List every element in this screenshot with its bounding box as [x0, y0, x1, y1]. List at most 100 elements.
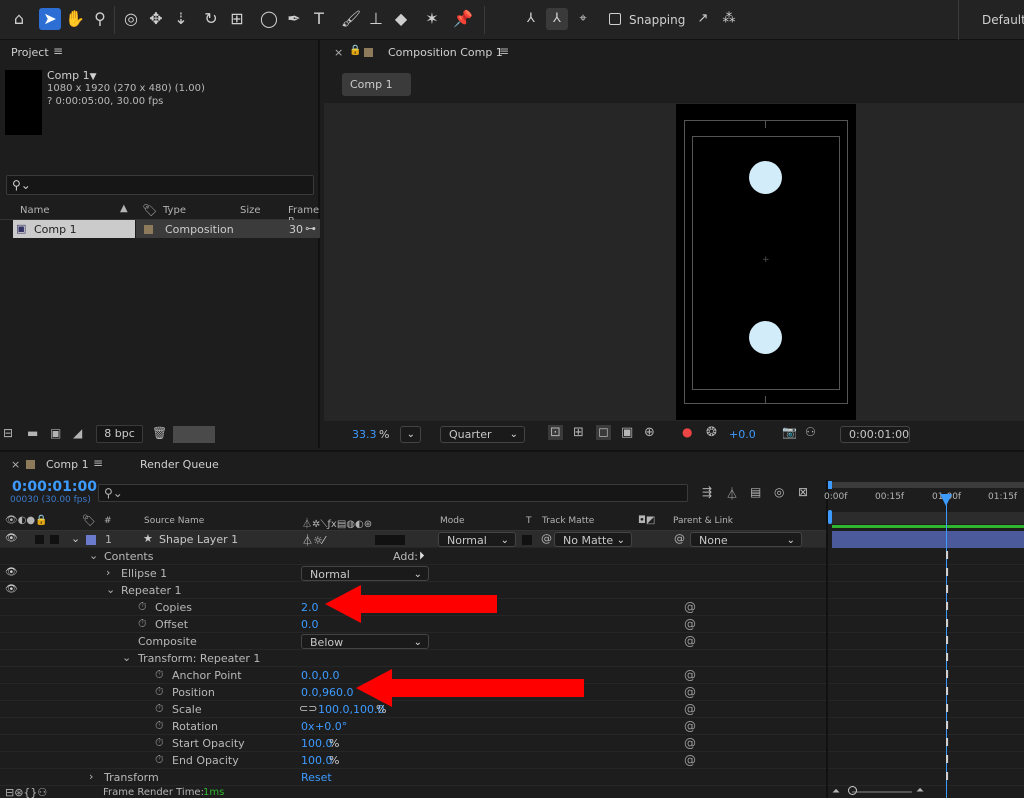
current-time-display[interactable]: 0:00:01:00	[12, 479, 97, 495]
col-type[interactable]: Type	[163, 205, 186, 216]
panel-menu-icon[interactable]: ≡	[53, 44, 63, 58]
grid-guides-icon[interactable]: ⊕	[644, 425, 655, 440]
chevron-down-icon[interactable]: ⌄	[106, 583, 115, 596]
expression-pickwhip-icon[interactable]: @	[684, 719, 696, 733]
keyframe-marker[interactable]: I	[941, 668, 953, 681]
trash-icon[interactable]: 🗑	[152, 426, 167, 440]
work-area-bar[interactable]	[828, 512, 1024, 524]
layer-switch-boxes[interactable]	[375, 535, 405, 545]
zoom-value[interactable]: 33.3	[352, 428, 377, 441]
stopwatch-icon[interactable]: ⏱	[155, 685, 164, 699]
playhead-handle[interactable]	[940, 494, 952, 506]
end-opacity-value[interactable]: 100.0	[301, 754, 333, 767]
pick-whip-icon[interactable]: @	[674, 532, 685, 545]
constrain-proportions-icon[interactable]: ⊂⊃	[299, 702, 317, 715]
blend-mode-dropdown[interactable]: Normal ⌄	[438, 532, 516, 547]
interpret-footage-icon[interactable]: ⊟	[3, 426, 13, 440]
time-ruler[interactable]: 0:00f 00:15f 01:00f 01:15f	[824, 480, 1024, 526]
expression-pickwhip-icon[interactable]: @	[684, 668, 696, 682]
zoom-slider-thumb[interactable]	[848, 786, 857, 795]
workspace-label[interactable]: Default	[982, 13, 1024, 27]
eye-icon[interactable]: 👁	[5, 533, 18, 544]
expression-pickwhip-icon[interactable]: @	[684, 753, 696, 767]
eye-icon[interactable]: 👁	[5, 584, 18, 595]
keyframe-marker[interactable]: I	[941, 617, 953, 630]
offset-value[interactable]: 0.0	[301, 618, 319, 631]
selection-tool-icon[interactable]: ➤	[39, 8, 61, 30]
exposure-value[interactable]: +0.0	[729, 428, 756, 441]
graph-editor-icon[interactable]: ⊠	[798, 485, 808, 499]
expression-pickwhip-icon[interactable]: @	[684, 634, 696, 648]
keyframe-marker[interactable]: I	[941, 634, 953, 647]
status-toggle-icons[interactable]: ⊟⊛{}⚇	[5, 786, 47, 798]
caret-down-icon[interactable]: ▼	[90, 72, 97, 82]
stopwatch-icon[interactable]: ⏱	[138, 617, 147, 631]
start-opacity-value[interactable]: 100.0	[301, 737, 333, 750]
anchor-point-value[interactable]: 0.0,0.0	[301, 669, 339, 682]
lock-switch[interactable]	[50, 535, 59, 544]
comp-viewer[interactable]: +	[324, 103, 1024, 421]
solo-switch[interactable]	[35, 535, 44, 544]
region-of-interest-icon[interactable]: ▣	[621, 425, 633, 440]
hand-tool-icon[interactable]: ✋	[64, 8, 86, 30]
stopwatch-icon[interactable]: ⏱	[155, 719, 164, 733]
fast-previews-icon[interactable]: ⊡	[548, 425, 563, 440]
comp-mini-flowchart-icon[interactable]: ⇶	[702, 485, 712, 499]
end-opacity-row[interactable]: ⏱ End Opacity 100.0 % @	[0, 752, 826, 769]
channel-rgb-icon[interactable]: ●	[682, 425, 692, 439]
keyframe-marker[interactable]: I	[941, 719, 953, 732]
current-time-field[interactable]: 0:00:01:00	[840, 426, 910, 443]
clone-stamp-tool-icon[interactable]: ⊥	[365, 8, 387, 30]
snapping-checkbox[interactable]	[609, 13, 621, 25]
layer-label-swatch[interactable]	[86, 535, 96, 545]
resolution-dropdown[interactable]: Quarter ⌄	[440, 426, 525, 443]
stopwatch-icon[interactable]: ⏱	[138, 600, 147, 614]
chevron-right-icon[interactable]: ›	[106, 566, 110, 579]
layer-row-shape-layer-1[interactable]: 👁 ⌄ 1 ★ Shape Layer 1 ⏃☼⁄ Normal ⌄ @ No M…	[0, 531, 826, 548]
close-tab-icon[interactable]: ×	[11, 458, 20, 471]
frame-blending-icon[interactable]: ▤	[750, 485, 761, 499]
show-snapshot-icon[interactable]: ⚇	[805, 425, 816, 439]
ellipse-tool-icon[interactable]: ◯	[258, 8, 280, 30]
snap-edges-icon[interactable]: ↗	[692, 8, 714, 30]
transform-repeater-row[interactable]: ⌄ Transform: Repeater 1	[0, 650, 826, 667]
mask-visibility-icon[interactable]: ◻	[596, 425, 611, 440]
copies-value[interactable]: 2.0	[301, 601, 319, 614]
keyframe-marker[interactable]: I	[941, 770, 953, 783]
expression-pickwhip-icon[interactable]: @	[684, 736, 696, 750]
timeline-zoom-slider[interactable]	[852, 791, 912, 793]
transform-reset-link[interactable]: Reset	[301, 771, 332, 784]
keyframe-marker[interactable]: I	[941, 651, 953, 664]
keyframe-marker[interactable]: I	[941, 600, 953, 613]
transform-row[interactable]: › Transform Reset	[0, 769, 826, 786]
view-axis-icon[interactable]: ⌖	[572, 8, 594, 30]
orbit-camera-icon[interactable]: ◎	[120, 8, 142, 30]
keyframe-marker[interactable]: I	[941, 685, 953, 698]
pan-behind-tool-icon[interactable]: ⊞	[226, 8, 248, 30]
track-matte-dropdown[interactable]: No Matte ⌄	[554, 532, 632, 547]
rotation-tool-icon[interactable]: ↻	[200, 8, 222, 30]
parent-dropdown[interactable]: None ⌄	[690, 532, 802, 547]
project-item-row[interactable]: ▣ Comp 1 Composition 30 ⊶	[0, 220, 320, 238]
transparency-grid-icon[interactable]: ⊞	[573, 425, 584, 440]
pan-camera-icon[interactable]: ✥	[145, 8, 167, 30]
stopwatch-icon[interactable]: ⏱	[155, 702, 164, 716]
thumbnail-transparency-swatch[interactable]	[173, 426, 215, 443]
color-management-icon[interactable]: ❂	[706, 425, 717, 440]
stopwatch-icon[interactable]: ⏱	[155, 753, 164, 767]
dolly-camera-icon[interactable]: ⇣	[170, 8, 192, 30]
comp-flow-tab[interactable]: Comp 1	[342, 73, 411, 96]
rotation-revolutions[interactable]: 0x	[301, 720, 315, 733]
expression-pickwhip-icon[interactable]: @	[684, 600, 696, 614]
puppet-pin-tool-icon[interactable]: 📌	[452, 8, 474, 30]
snap-features-icon[interactable]: ⁂	[718, 8, 740, 30]
comp-tab-title[interactable]: Composition Comp 1	[388, 46, 503, 59]
lock-icon[interactable]: 🔒	[349, 45, 361, 56]
ellipse-blend-dropdown[interactable]: Normal ⌄	[301, 566, 429, 581]
rotation-degrees[interactable]: +0.0°	[315, 720, 347, 733]
contents-row[interactable]: ⌄ Contents Add: ⏵	[0, 548, 826, 565]
label-tag-icon[interactable]: 🏷	[142, 203, 157, 217]
zoom-in-icon[interactable]: ⏶	[916, 785, 924, 796]
new-folder-icon[interactable]: ▬	[27, 426, 38, 440]
zoom-tool-icon[interactable]: ⚲	[89, 8, 111, 30]
